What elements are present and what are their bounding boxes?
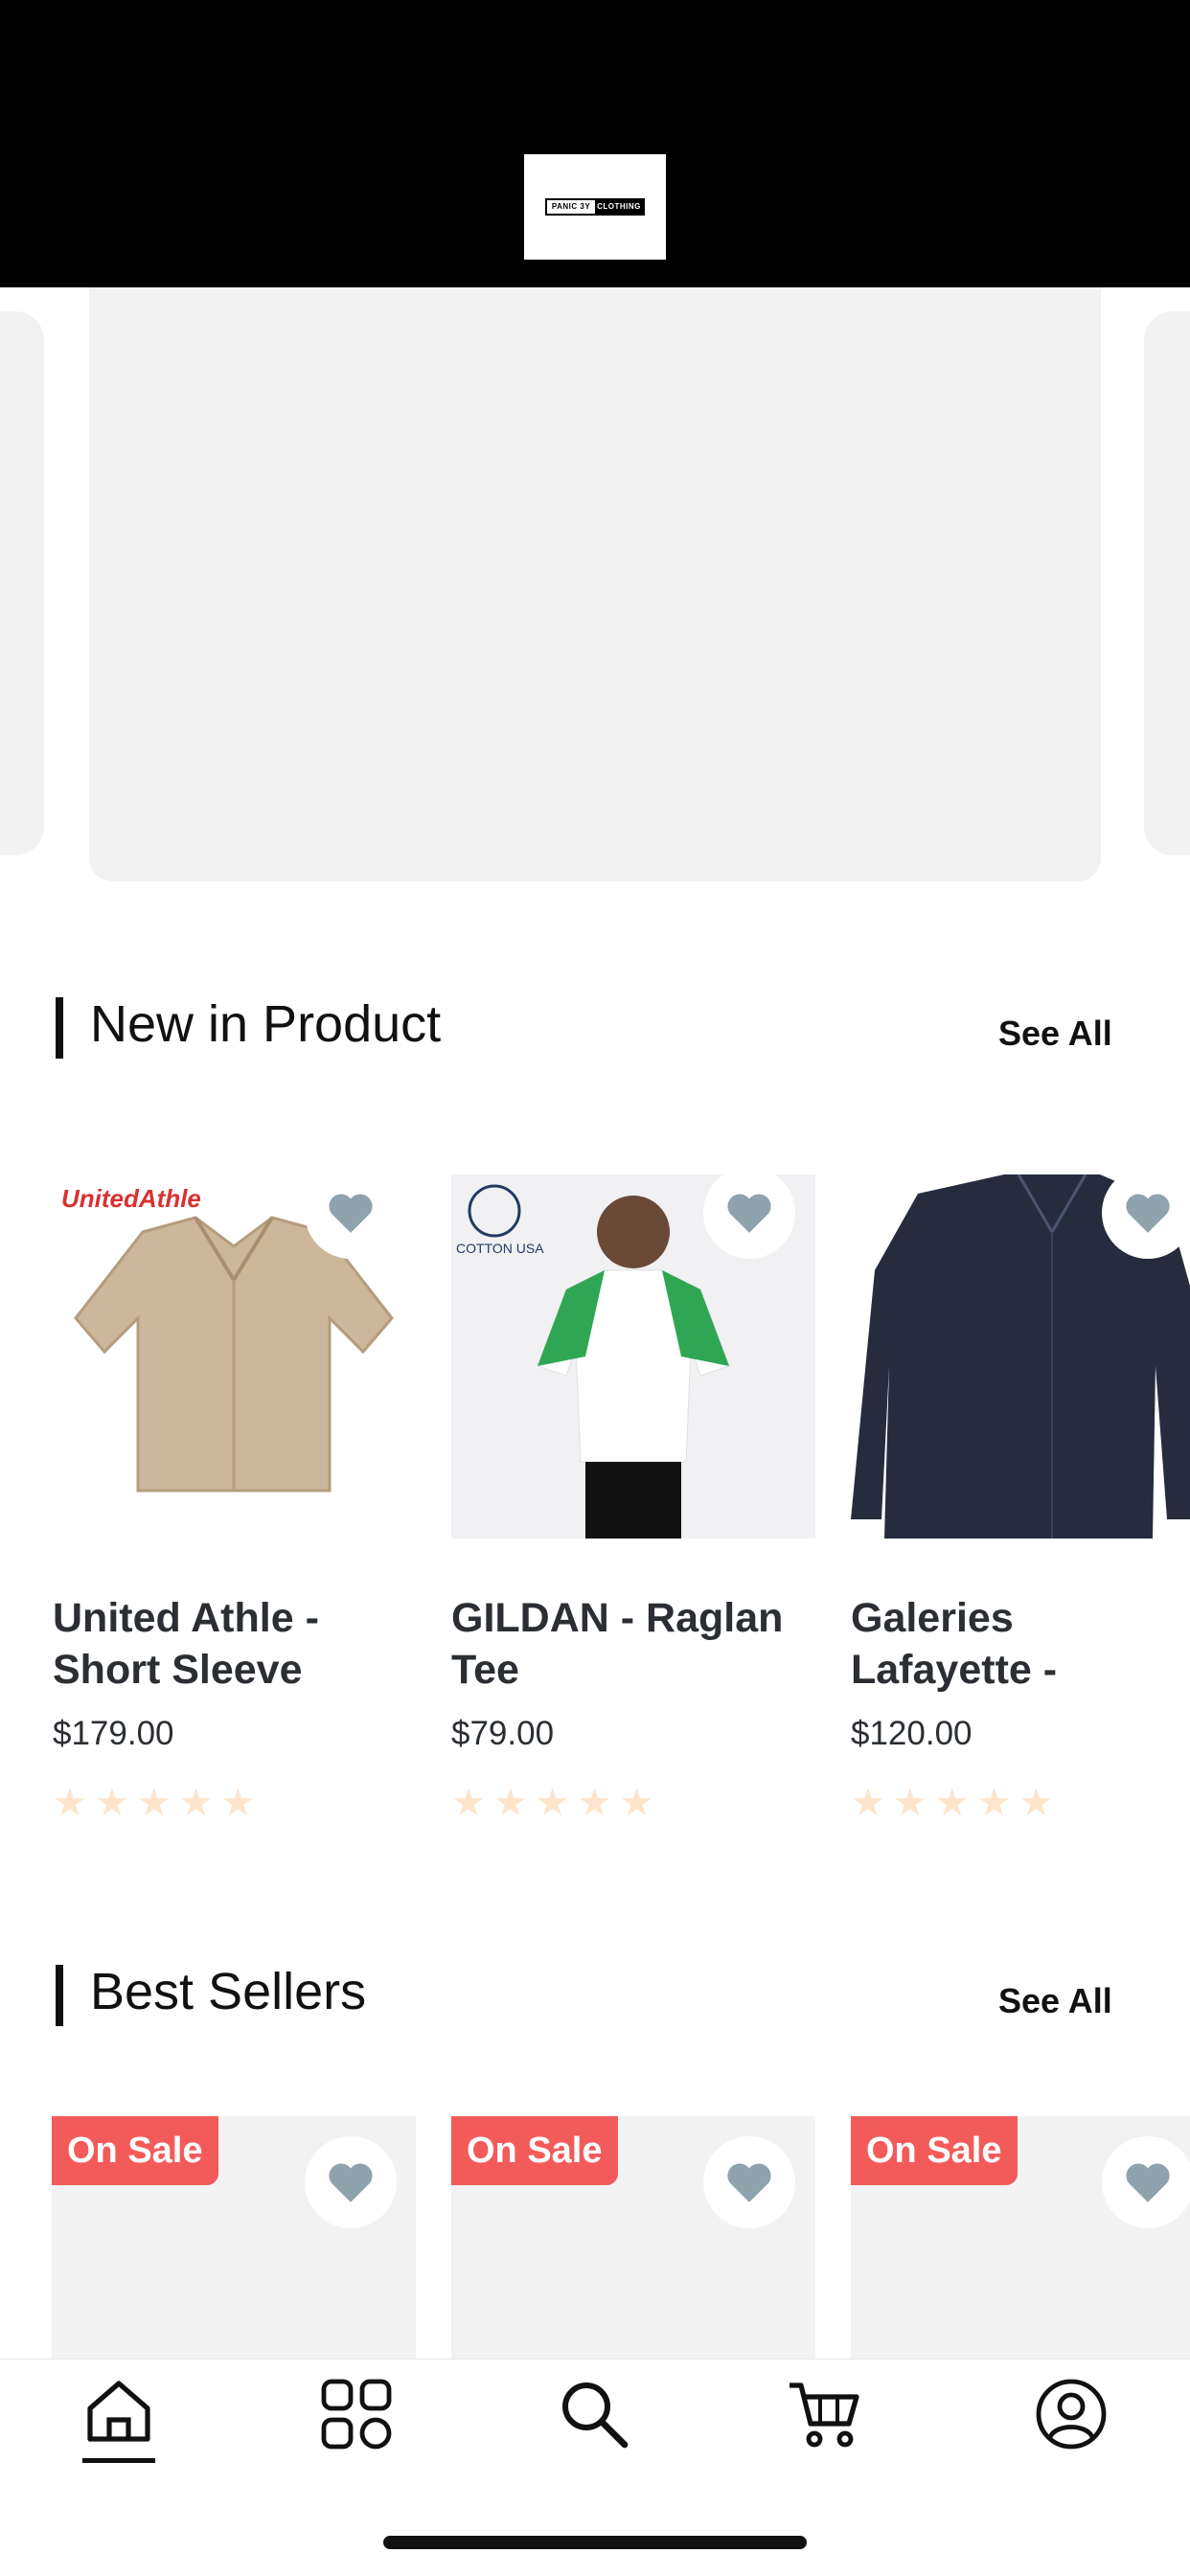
star-icon: ★	[1018, 1782, 1054, 1824]
favorite-button[interactable]	[703, 1167, 795, 1259]
tab-search[interactable]	[537, 2357, 652, 2472]
rating-stars: ★ ★ ★ ★ ★	[451, 1784, 653, 1822]
star-icon: ★	[492, 1782, 528, 1824]
tab-categories[interactable]	[299, 2357, 414, 2472]
star-icon: ★	[451, 1782, 486, 1824]
section-accent-bar	[56, 1965, 63, 2026]
heart-icon	[329, 2163, 373, 2202]
star-icon: ★	[577, 1782, 612, 1824]
star-icon: ★	[220, 1782, 256, 1824]
heart-icon	[329, 1194, 373, 1233]
product-price: $179.00	[53, 1715, 174, 1752]
favorite-button[interactable]	[1102, 2136, 1190, 2228]
rating-stars: ★ ★ ★ ★ ★	[53, 1784, 255, 1822]
section-accent-bar	[56, 997, 63, 1059]
star-icon: ★	[178, 1782, 214, 1824]
product-name[interactable]: United Athle - Short Sleeve	[53, 1592, 417, 1696]
banner-next-slide[interactable]	[1144, 311, 1190, 855]
heart-icon	[1126, 2163, 1170, 2202]
see-all-best-button[interactable]: See All	[998, 1981, 1112, 2021]
home-icon	[87, 2381, 150, 2442]
logo-text-right: CLOTHING	[595, 200, 643, 214]
star-icon: ★	[53, 1782, 87, 1824]
categories-icon	[321, 2379, 392, 2450]
section-title-new: New in Product	[90, 995, 442, 1053]
tab-home[interactable]	[61, 2357, 176, 2472]
star-icon: ★	[851, 1782, 885, 1824]
star-icon: ★	[136, 1782, 172, 1824]
heart-icon	[727, 2163, 771, 2202]
star-icon: ★	[934, 1782, 970, 1824]
home-indicator	[383, 2536, 807, 2549]
favorite-button[interactable]	[703, 2136, 795, 2228]
product-name[interactable]: Galeries Lafayette -	[851, 1592, 1190, 1696]
heart-icon	[727, 1194, 771, 1233]
star-icon: ★	[94, 1782, 129, 1824]
brand-tag: COTTON USA	[456, 1241, 544, 1256]
tab-profile[interactable]	[1014, 2357, 1129, 2472]
star-icon: ★	[976, 1782, 1012, 1824]
product-price: $79.00	[451, 1715, 555, 1752]
logo-text-left: PANIC 3Y	[547, 200, 595, 214]
cart-icon	[790, 2382, 859, 2448]
section-title-best: Best Sellers	[90, 1963, 367, 2020]
heart-icon	[1126, 1194, 1170, 1233]
see-all-new-button[interactable]: See All	[998, 1014, 1112, 1054]
sale-badge: On Sale	[451, 2116, 618, 2185]
rating-stars: ★ ★ ★ ★ ★	[851, 1784, 1053, 1822]
search-icon	[562, 2382, 629, 2449]
star-icon: ★	[535, 1782, 570, 1824]
product-price: $120.00	[851, 1715, 973, 1752]
star-icon: ★	[619, 1782, 654, 1824]
logo-mark: PANIC 3Y CLOTHING	[545, 198, 645, 216]
favorite-button[interactable]	[1102, 1167, 1190, 1259]
brand-tag: UnitedAthle	[61, 1184, 201, 1213]
favorite-button[interactable]	[305, 2136, 397, 2228]
profile-icon	[1036, 2379, 1107, 2450]
tab-cart[interactable]	[767, 2357, 881, 2472]
banner-current-slide[interactable]	[89, 287, 1101, 881]
favorite-button[interactable]	[305, 1167, 397, 1259]
active-tab-indicator	[82, 2458, 155, 2463]
sale-badge: On Sale	[851, 2116, 1018, 2185]
product-name[interactable]: GILDAN - Raglan Tee	[451, 1592, 815, 1696]
brand-logo[interactable]: PANIC 3Y CLOTHING	[524, 154, 666, 260]
sale-badge: On Sale	[52, 2116, 218, 2185]
star-icon: ★	[892, 1782, 927, 1824]
banner-prev-slide[interactable]	[0, 311, 44, 855]
